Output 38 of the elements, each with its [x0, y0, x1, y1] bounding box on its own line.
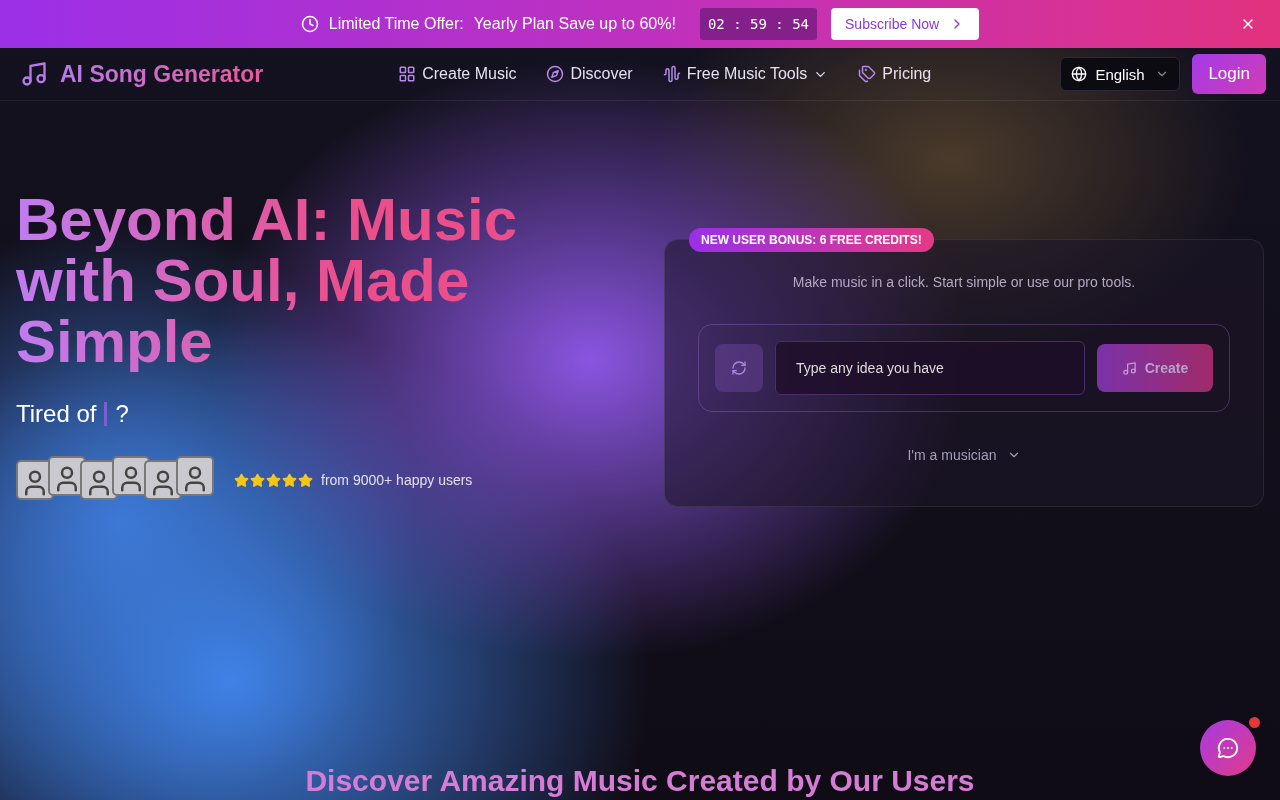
- section-heading: Discover Amazing Music Created by Our Users: [304, 764, 976, 799]
- star-icon: [250, 472, 265, 488]
- language-select[interactable]: English: [1060, 57, 1181, 91]
- star-icon: [234, 472, 249, 488]
- clock-icon: [300, 15, 319, 33]
- chat-bubble-icon: [1217, 737, 1239, 759]
- card-intro: Make music in a click. Start simple or use our pro tools.: [792, 274, 1136, 290]
- musician-mode-toggle[interactable]: I'm a musician: [901, 446, 1027, 464]
- users-count-text: from 9000+ happy users: [321, 472, 473, 488]
- idea-input-field[interactable]: Type any idea you have: [775, 341, 1085, 395]
- waveform-icon: [662, 65, 681, 83]
- chat-button[interactable]: [1200, 720, 1256, 776]
- shuffle-button[interactable]: [715, 344, 763, 392]
- music-note-icon: [20, 60, 48, 88]
- text-cursor: [104, 402, 108, 426]
- compass-icon: [546, 65, 565, 83]
- offer-text: Yearly Plan Save up to 60%!: [473, 15, 676, 33]
- nav-link[interactable]: Discover: [546, 65, 633, 83]
- bonus-badge: NEW USER BONUS: 6 FREE CREDITS!: [689, 228, 934, 252]
- grid-icon: [398, 65, 417, 83]
- question-mark: ?: [115, 400, 129, 428]
- hero-subtitle: Tired of: [16, 400, 97, 428]
- tag-icon: [858, 65, 877, 83]
- countdown-timer: 02 : 59 : 54: [699, 8, 818, 40]
- login-button[interactable]: Login: [1192, 54, 1266, 94]
- music-note-icon: [1121, 360, 1137, 376]
- nav-link[interactable]: Create Music: [398, 65, 517, 83]
- globe-icon: [1071, 66, 1088, 82]
- subscribe-button[interactable]: Subscribe Now: [831, 8, 980, 40]
- star-icon: [298, 472, 313, 488]
- user-avatar: [176, 456, 214, 496]
- nav-link[interactable]: Pricing: [858, 65, 932, 83]
- star-icon: [282, 472, 297, 488]
- star-icon: [266, 472, 281, 488]
- nav-link[interactable]: Free Music Tools: [662, 65, 829, 83]
- notification-dot: [1249, 717, 1260, 728]
- offer-label: Limited Time Offer:: [328, 15, 464, 33]
- refresh-icon: [731, 360, 747, 376]
